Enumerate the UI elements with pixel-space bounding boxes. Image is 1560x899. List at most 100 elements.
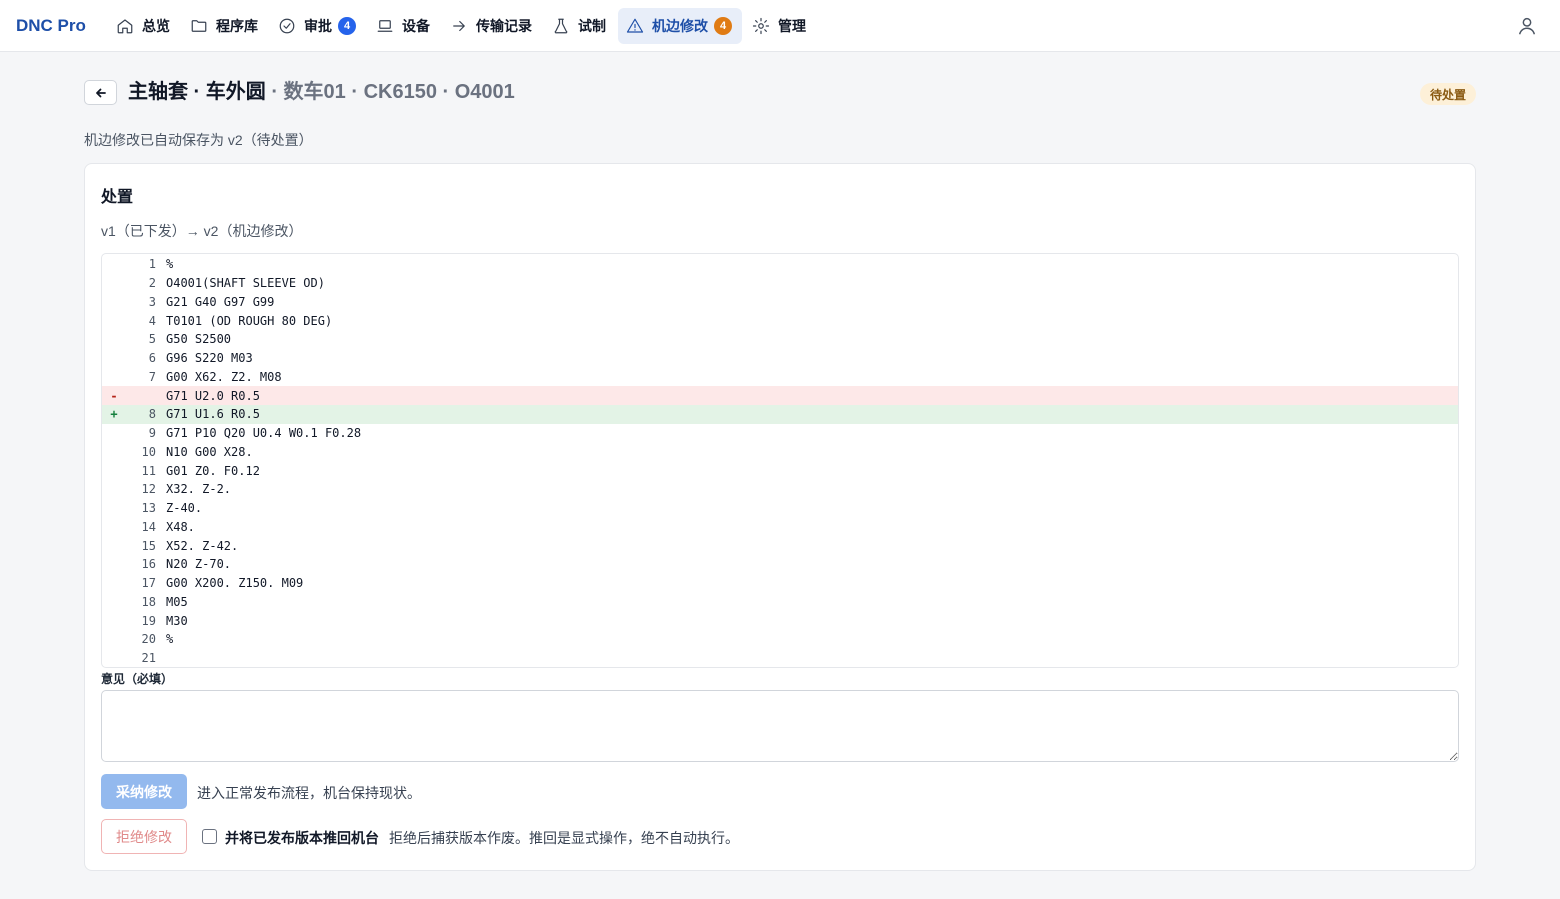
code-text: T0101 (OD ROUGH 80 DEG) [166, 313, 333, 328]
nav-item-6[interactable]: 机边修改 4 [618, 7, 742, 44]
code-text: G50 S2500 [166, 332, 232, 347]
code-text: % [166, 632, 174, 647]
warning-triangle-icon [626, 18, 644, 33]
code-line: 14 X48. [102, 518, 1458, 537]
code-text: % [166, 257, 174, 272]
code-line: 11 G01 Z0. F0.12 [102, 461, 1458, 480]
back-button[interactable] [84, 80, 117, 105]
check-circle-icon [279, 18, 295, 33]
code-line: 17 G00 X200. Z150. M09 [102, 574, 1458, 593]
line-number: 9 [148, 426, 156, 441]
disposition-card: 处置 v1（已下发）→ v2（机边修改） 1% 2 O4001(SHAFT SLEE… [84, 163, 1476, 871]
push-back-checkbox[interactable] [202, 829, 217, 844]
code-text: Z-40. [166, 501, 203, 516]
diff-marker: + [110, 407, 118, 422]
nav-item-label: 传输记录 [476, 17, 532, 34]
comment-input[interactable] [101, 690, 1459, 762]
code-line-added: +8 G71 U1.6 R0.5 [102, 405, 1458, 424]
code-text: N20 Z-70. [166, 557, 232, 572]
code-line-removed: - G71 U2.0 R0.5 [102, 386, 1458, 405]
nav-item-3[interactable]: 设备 [368, 8, 440, 44]
line-number: 12 [141, 482, 156, 497]
line-number: 1 [148, 257, 156, 272]
code-text: G00 X200. Z150. M09 [166, 576, 304, 591]
code-text: M30 [166, 613, 188, 628]
push-back-label[interactable]: 并将已发布版本推回机台 [225, 828, 379, 848]
top-navbar: DNC Pro 总览 程序库 审批 4 设备 传输记录 试制 机边修改 4 管理 [0, 0, 1560, 52]
code-line: 21 [102, 649, 1458, 667]
count-badge: 4 [714, 16, 732, 35]
code-line: 5 G50 S2500 [102, 330, 1458, 349]
nav-item-7[interactable]: 管理 [744, 8, 816, 44]
code-line: 19 M30 [102, 611, 1458, 630]
nav-item-0[interactable]: 总览 [108, 8, 180, 44]
folder-icon [191, 19, 207, 32]
code-text: X32. Z-2. [166, 482, 232, 497]
user-icon[interactable] [1516, 15, 1538, 37]
arrow-left-icon [95, 88, 106, 97]
nav-item-1[interactable]: 程序库 [182, 8, 268, 44]
nav-item-2[interactable]: 审批 4 [270, 8, 366, 44]
line-number: 5 [148, 332, 156, 347]
main-nav: 总览 程序库 审批 4 设备 传输记录 试制 机边修改 4 管理 [108, 0, 818, 52]
accept-change-button[interactable]: 采纳修改 [101, 774, 187, 809]
nav-item-label: 程序库 [216, 17, 258, 34]
line-number: 7 [148, 369, 156, 384]
comment-label: 意见（必填） [101, 672, 174, 686]
autosave-note: 机边修改已自动保存为 v2（待处置） [84, 132, 313, 148]
line-number: 16 [141, 557, 156, 572]
code-line: 16 N20 Z-70. [102, 555, 1458, 574]
nav-item-4[interactable]: 传输记录 [442, 8, 542, 44]
code-text: G71 U2.0 R0.5 [166, 388, 260, 403]
brand-logo[interactable]: DNC Pro [16, 16, 108, 36]
nav-item-label: 管理 [778, 17, 806, 34]
code-line: 10 N10 G00 X28. [102, 443, 1458, 462]
reject-description: 拒绝后捕获版本作废。推回是显式操作，绝不自动执行。 [389, 830, 739, 846]
page-title: 主轴套 · 车外圆 · 数车01 · CK6150 · O4001 [128, 75, 515, 104]
page-title-main: 主轴套 · 车外圆 [128, 81, 266, 103]
nav-item-5[interactable]: 试制 [544, 8, 616, 44]
line-number: 6 [148, 351, 156, 366]
code-text: G71 P10 Q20 U0.4 W0.1 F0.28 [166, 426, 362, 441]
arrow-right-icon [453, 20, 465, 31]
nav-item-label: 试制 [578, 17, 606, 34]
page-title-sub: · 数车01 · CK6150 · O4001 [265, 81, 515, 103]
line-number: 8 [148, 407, 156, 422]
code-text: G01 Z0. F0.12 [166, 463, 260, 478]
code-line: 7 G00 X62. Z2. M08 [102, 368, 1458, 387]
code-text: G71 U1.6 R0.5 [166, 407, 260, 422]
code-line: 20% [102, 630, 1458, 649]
line-number: 2 [148, 276, 156, 291]
reject-change-button[interactable]: 拒绝修改 [101, 819, 187, 854]
line-number: 4 [148, 313, 156, 328]
nav-item-label: 总览 [142, 17, 170, 34]
code-line: 15 X52. Z-42. [102, 536, 1458, 555]
diff-version-label: v1（已下发）→ v2（机边修改） [101, 223, 303, 239]
line-number: 20 [141, 632, 156, 647]
laptop-icon [377, 19, 393, 32]
line-number: 11 [141, 463, 156, 478]
code-text: N10 G00 X28. [166, 444, 253, 459]
code-text: X48. [166, 519, 195, 534]
line-number: 19 [141, 613, 156, 628]
code-line: 4 T0101 (OD ROUGH 80 DEG) [102, 311, 1458, 330]
code-diff-viewer[interactable]: 1% 2 O4001(SHAFT SLEEVE OD) 3 G21 G40 G97 G9… [101, 253, 1459, 668]
code-line: 3 G21 G40 G97 G99 [102, 293, 1458, 312]
gear-icon [752, 17, 770, 34]
code-line: 9 G71 P10 Q20 U0.4 W0.1 F0.28 [102, 424, 1458, 443]
code-text: M05 [166, 594, 188, 609]
code-text: G21 G40 G97 G99 [166, 294, 275, 309]
nav-item-label: 机边修改 [652, 17, 708, 34]
line-number: 10 [141, 444, 156, 459]
diff-marker: - [110, 388, 118, 403]
code-line: 1% [102, 255, 1458, 274]
code-text: X52. Z-42. [166, 538, 239, 553]
line-number: 17 [141, 576, 156, 591]
card-title: 处置 [101, 189, 134, 206]
nav-item-label: 审批 [304, 17, 332, 34]
home-icon [117, 18, 133, 33]
code-text: G96 S220 M03 [166, 351, 253, 366]
code-line: 6 G96 S220 M03 [102, 349, 1458, 368]
status-badge: 待处置 [1419, 83, 1476, 105]
count-badge: 4 [338, 16, 356, 35]
